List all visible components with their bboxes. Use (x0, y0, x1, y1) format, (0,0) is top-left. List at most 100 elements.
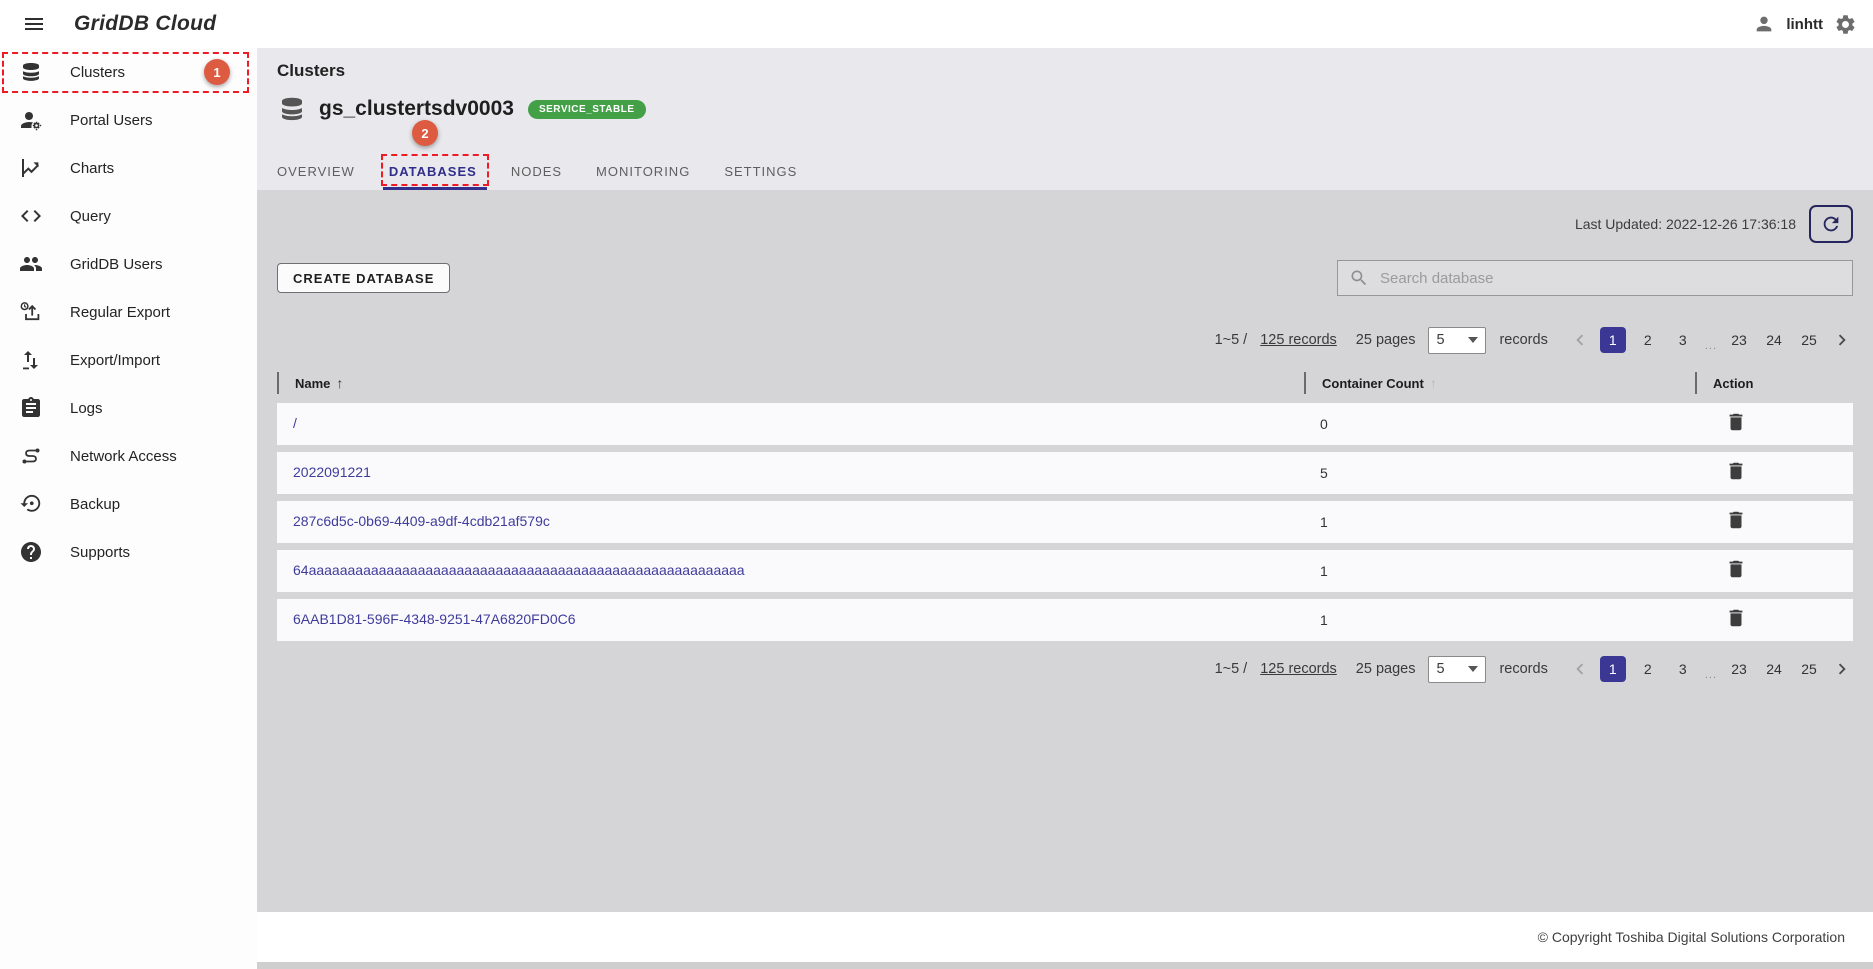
sidebar-item-export-import[interactable]: Export/Import (0, 336, 257, 384)
page-button-3[interactable]: 3 (1670, 656, 1696, 682)
username-label: linhtt (1786, 16, 1823, 33)
page-button-2[interactable]: 2 (1635, 327, 1661, 353)
search-icon (1349, 268, 1369, 288)
tab-overview[interactable]: OVERVIEW (277, 152, 355, 190)
record-range: 1~5 / (1215, 332, 1248, 348)
page-button-1[interactable]: 1 (1600, 656, 1626, 682)
refresh-button[interactable] (1809, 205, 1853, 243)
top-bar: GridDB Cloud linhtt (0, 0, 1873, 48)
pagination-bottom: 1~5 / 125 records 25 pages 5 records 1 2… (277, 651, 1853, 687)
container-count-value: 0 (1304, 416, 1695, 432)
page-button-23[interactable]: 23 (1726, 327, 1752, 353)
sidebar-item-regular-export[interactable]: Regular Export (0, 288, 257, 336)
sidebar-item-label: GridDB Users (70, 256, 163, 273)
trash-icon (1725, 509, 1747, 531)
column-header-container-count[interactable]: Container Count ↑ (1304, 372, 1695, 394)
page-button-25[interactable]: 25 (1796, 327, 1822, 353)
tab-databases[interactable]: DATABASES (389, 152, 477, 190)
database-icon (277, 94, 307, 124)
chevron-right-icon[interactable] (1831, 658, 1853, 680)
scheduled-export-icon (19, 300, 43, 324)
page-button-23[interactable]: 23 (1726, 656, 1752, 682)
records-count-link[interactable]: 125 records (1260, 332, 1337, 348)
create-database-button[interactable]: CREATE DATABASE (277, 263, 450, 293)
search-box (1337, 260, 1853, 296)
page-button-25[interactable]: 25 (1796, 656, 1822, 682)
search-input[interactable] (1378, 269, 1841, 288)
page-header: Clusters gs_clustertsdv0003 SERVICE_STAB… (257, 48, 1873, 190)
page-ellipsis: ... (1705, 326, 1717, 355)
app-window: GridDB Cloud linhtt Clusters 1 (0, 0, 1873, 969)
sidebar-item-label: Portal Users (70, 112, 153, 129)
page-button-1[interactable]: 1 (1600, 327, 1626, 353)
database-link[interactable]: / (293, 415, 297, 431)
page-size-select[interactable]: 5 (1428, 656, 1486, 683)
column-header-name[interactable]: Name ↑ (277, 372, 1304, 394)
sidebar-item-label: Network Access (70, 448, 177, 465)
database-link[interactable]: 6AAB1D81-596F-4348-9251-47A6820FD0C6 (293, 611, 576, 627)
sidebar-item-charts[interactable]: Charts (0, 144, 257, 192)
sort-icon: ↑ (1430, 375, 1437, 391)
active-tab-underline (383, 187, 487, 190)
database-link[interactable]: 287c6d5c-0b69-4409-a9df-4cdb21af579c (293, 513, 550, 529)
tab-settings[interactable]: SETTINGS (724, 152, 797, 190)
sidebar-item-network-access[interactable]: Network Access (0, 432, 257, 480)
database-link[interactable]: 64aaaaaaaaaaaaaaaaaaaaaaaaaaaaaaaaaaaaaa… (293, 562, 745, 578)
databases-table: Name ↑ Container Count ↑ Action / (277, 370, 1853, 641)
pages-count: 25 pages (1356, 332, 1416, 348)
delete-database-button[interactable] (1725, 460, 1747, 482)
chevron-down-icon (1468, 666, 1478, 672)
delete-database-button[interactable] (1725, 411, 1747, 433)
trash-icon (1725, 460, 1747, 482)
last-updated-label: Last Updated: 2022-12-26 17:36:18 (1575, 216, 1796, 232)
gear-icon[interactable] (1834, 13, 1857, 36)
records-label: records (1499, 661, 1547, 677)
app-logo: GridDB Cloud (74, 12, 216, 36)
users-icon (19, 252, 43, 276)
sidebar-item-clusters[interactable]: Clusters 1 (0, 48, 257, 96)
container-count-value: 1 (1304, 612, 1695, 628)
table-row: 2022091221 5 (277, 452, 1853, 494)
cluster-name: gs_clustertsdv0003 (319, 97, 514, 121)
pages-count: 25 pages (1356, 661, 1416, 677)
horizontal-scrollbar[interactable] (257, 962, 1873, 969)
status-badge: SERVICE_STABLE (528, 100, 646, 119)
chevron-down-icon (1468, 337, 1478, 343)
database-link[interactable]: 2022091221 (293, 464, 371, 480)
table-row: 64aaaaaaaaaaaaaaaaaaaaaaaaaaaaaaaaaaaaaa… (277, 550, 1853, 592)
clipboard-icon (19, 396, 43, 420)
container-count-value: 1 (1304, 563, 1695, 579)
container-count-value: 5 (1304, 465, 1695, 481)
delete-database-button[interactable] (1725, 558, 1747, 580)
sidebar-item-label: Supports (70, 544, 130, 561)
tab-bar: OVERVIEW DATABASES NODES MONITORING SETT… (277, 152, 1873, 190)
page-button-3[interactable]: 3 (1670, 327, 1696, 353)
table-row: 287c6d5c-0b69-4409-a9df-4cdb21af579c 1 (277, 501, 1853, 543)
sidebar-item-griddb-users[interactable]: GridDB Users (0, 240, 257, 288)
sidebar-item-label: Regular Export (70, 304, 170, 321)
sidebar-item-backup[interactable]: Backup (0, 480, 257, 528)
sidebar-item-label: Query (70, 208, 111, 225)
page-button-2[interactable]: 2 (1635, 656, 1661, 682)
tab-nodes[interactable]: NODES (511, 152, 562, 190)
copyright-text: © Copyright Toshiba Digital Solutions Co… (1538, 929, 1845, 945)
user-menu[interactable]: linhtt (1753, 13, 1857, 36)
page-button-24[interactable]: 24 (1761, 327, 1787, 353)
chevron-left-icon[interactable] (1569, 658, 1591, 680)
sidebar-item-supports[interactable]: Supports (0, 528, 257, 576)
records-count-link[interactable]: 125 records (1260, 661, 1337, 677)
tab-monitoring[interactable]: MONITORING (596, 152, 690, 190)
refresh-icon (1820, 213, 1842, 235)
delete-database-button[interactable] (1725, 509, 1747, 531)
sidebar-item-label: Logs (70, 400, 103, 417)
page-size-select[interactable]: 5 (1428, 327, 1486, 354)
chevron-right-icon[interactable] (1831, 329, 1853, 351)
delete-database-button[interactable] (1725, 607, 1747, 629)
chevron-left-icon[interactable] (1569, 329, 1591, 351)
sidebar-item-portal-users[interactable]: Portal Users (0, 96, 257, 144)
page-button-24[interactable]: 24 (1761, 656, 1787, 682)
sidebar-item-query[interactable]: Query (0, 192, 257, 240)
sidebar-item-logs[interactable]: Logs (0, 384, 257, 432)
sidebar-item-label: Export/Import (70, 352, 160, 369)
menu-icon[interactable] (22, 12, 46, 36)
